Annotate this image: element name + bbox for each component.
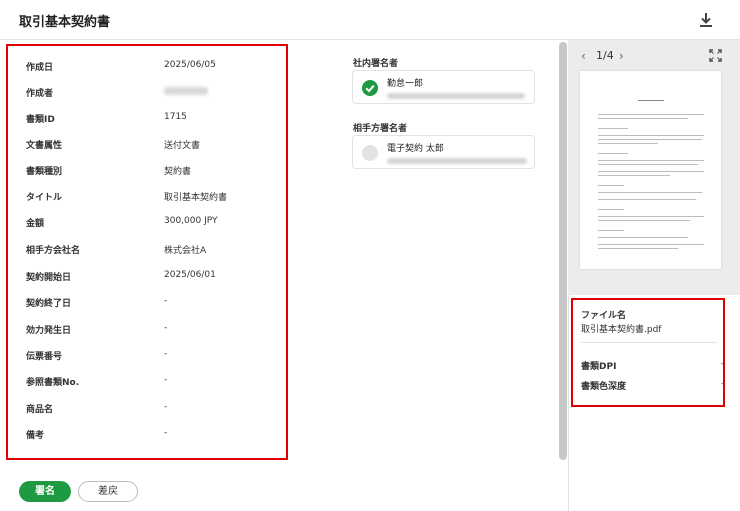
- color-depth-label: 書類色深度: [581, 382, 627, 392]
- fullscreen-icon[interactable]: [709, 49, 722, 62]
- detail-label: 金額: [26, 219, 45, 229]
- redacted-text: [164, 87, 208, 95]
- detail-row-remarks: 備考 -: [26, 428, 286, 444]
- detail-label: 書類種別: [26, 167, 63, 177]
- detail-value: 送付文書: [164, 141, 201, 151]
- page-header: 取引基本契約書: [0, 0, 740, 40]
- detail-row-contract-start: 契約開始日 2025/06/01: [26, 270, 286, 286]
- detail-value: -: [164, 323, 168, 333]
- details-scrollbar[interactable]: [559, 42, 567, 460]
- detail-row-document-type: 書類種別 契約書: [26, 164, 286, 180]
- reject-button[interactable]: 差戻: [78, 481, 138, 502]
- counterparty-signer-card[interactable]: 電子契約 太郎: [352, 135, 535, 169]
- detail-value: 1715: [164, 112, 187, 122]
- check-circle-icon: [362, 80, 378, 96]
- detail-value: -: [164, 402, 168, 412]
- detail-value: -: [164, 375, 168, 385]
- document-thumbnail[interactable]: [580, 71, 721, 269]
- detail-value-redacted: [164, 86, 208, 98]
- dpi-value: -: [721, 359, 724, 368]
- detail-value: -: [164, 428, 168, 438]
- detail-value: 2025/06/01: [164, 270, 216, 280]
- detail-value: 株式会社A: [164, 246, 207, 256]
- detail-row-amount: 金額 300,000 JPY: [26, 216, 286, 232]
- filename-label: ファイル名: [581, 311, 627, 321]
- detail-label: 備考: [26, 431, 45, 441]
- filename-value: 取引基本契約書.pdf: [581, 325, 662, 335]
- detail-label: 作成者: [26, 89, 54, 99]
- divider: [581, 342, 717, 343]
- counterparty-signer-name: 電子契約 太郎: [387, 144, 444, 154]
- detail-row-creator: 作成者: [26, 86, 286, 102]
- detail-row-document-attribute: 文書属性 送付文書: [26, 138, 286, 154]
- detail-row-contract-end: 契約終了日 -: [26, 296, 286, 312]
- chevron-right-icon[interactable]: ›: [619, 49, 624, 63]
- counterparty-signers-heading: 相手方署名者: [353, 124, 408, 134]
- detail-row-document-id: 書類ID 1715: [26, 112, 286, 128]
- detail-label: 文書属性: [26, 141, 63, 151]
- redacted-text: [387, 93, 525, 99]
- chevron-left-icon[interactable]: ‹: [581, 49, 586, 63]
- detail-value: -: [164, 296, 168, 306]
- color-depth-value: -: [721, 379, 724, 388]
- detail-value: 300,000 JPY: [164, 216, 218, 226]
- file-info-panel: ファイル名 取引基本契約書.pdf 書類DPI - 書類色深度 -: [571, 298, 725, 407]
- page-indicator: 1/4: [596, 49, 614, 62]
- detail-row-reference-number: 参照書類No. -: [26, 375, 286, 391]
- document-details-panel: 作成日 2025/06/05 作成者 書類ID 1715 文書属性 送付文書 書…: [6, 44, 288, 460]
- detail-label: 参照書類No.: [26, 378, 80, 388]
- detail-value: 2025/06/05: [164, 60, 216, 70]
- detail-label: 書類ID: [26, 115, 55, 125]
- redacted-text: [387, 158, 527, 164]
- detail-label: 商品名: [26, 405, 54, 415]
- download-icon[interactable]: [699, 12, 713, 28]
- detail-label: 契約終了日: [26, 299, 72, 309]
- detail-label: 作成日: [26, 63, 54, 73]
- detail-row-slip-number: 伝票番号 -: [26, 349, 286, 365]
- detail-row-counterparty: 相手方会社名 株式会社A: [26, 243, 286, 259]
- detail-value: 取引基本契約書: [164, 193, 228, 203]
- internal-signers-heading: 社内署名者: [353, 59, 399, 69]
- sign-button[interactable]: 署名: [19, 481, 71, 502]
- detail-label: 効力発生日: [26, 326, 72, 336]
- dpi-label: 書類DPI: [581, 362, 617, 372]
- internal-signer-card[interactable]: 勤怠一郎: [352, 70, 535, 104]
- page-title: 取引基本契約書: [19, 15, 111, 30]
- pending-circle-icon: [362, 145, 378, 161]
- internal-signer-name: 勤怠一郎: [387, 79, 424, 89]
- detail-label: 伝票番号: [26, 352, 63, 362]
- detail-label: 相手方会社名: [26, 246, 81, 256]
- detail-row-effective-date: 効力発生日 -: [26, 323, 286, 339]
- detail-label: タイトル: [26, 193, 63, 203]
- detail-value: 契約書: [164, 167, 192, 177]
- detail-row-created-date: 作成日 2025/06/05: [26, 60, 286, 76]
- detail-row-product-name: 商品名 -: [26, 402, 286, 418]
- detail-label: 契約開始日: [26, 273, 72, 283]
- detail-value: -: [164, 349, 168, 359]
- detail-row-title: タイトル 取引基本契約書: [26, 190, 286, 206]
